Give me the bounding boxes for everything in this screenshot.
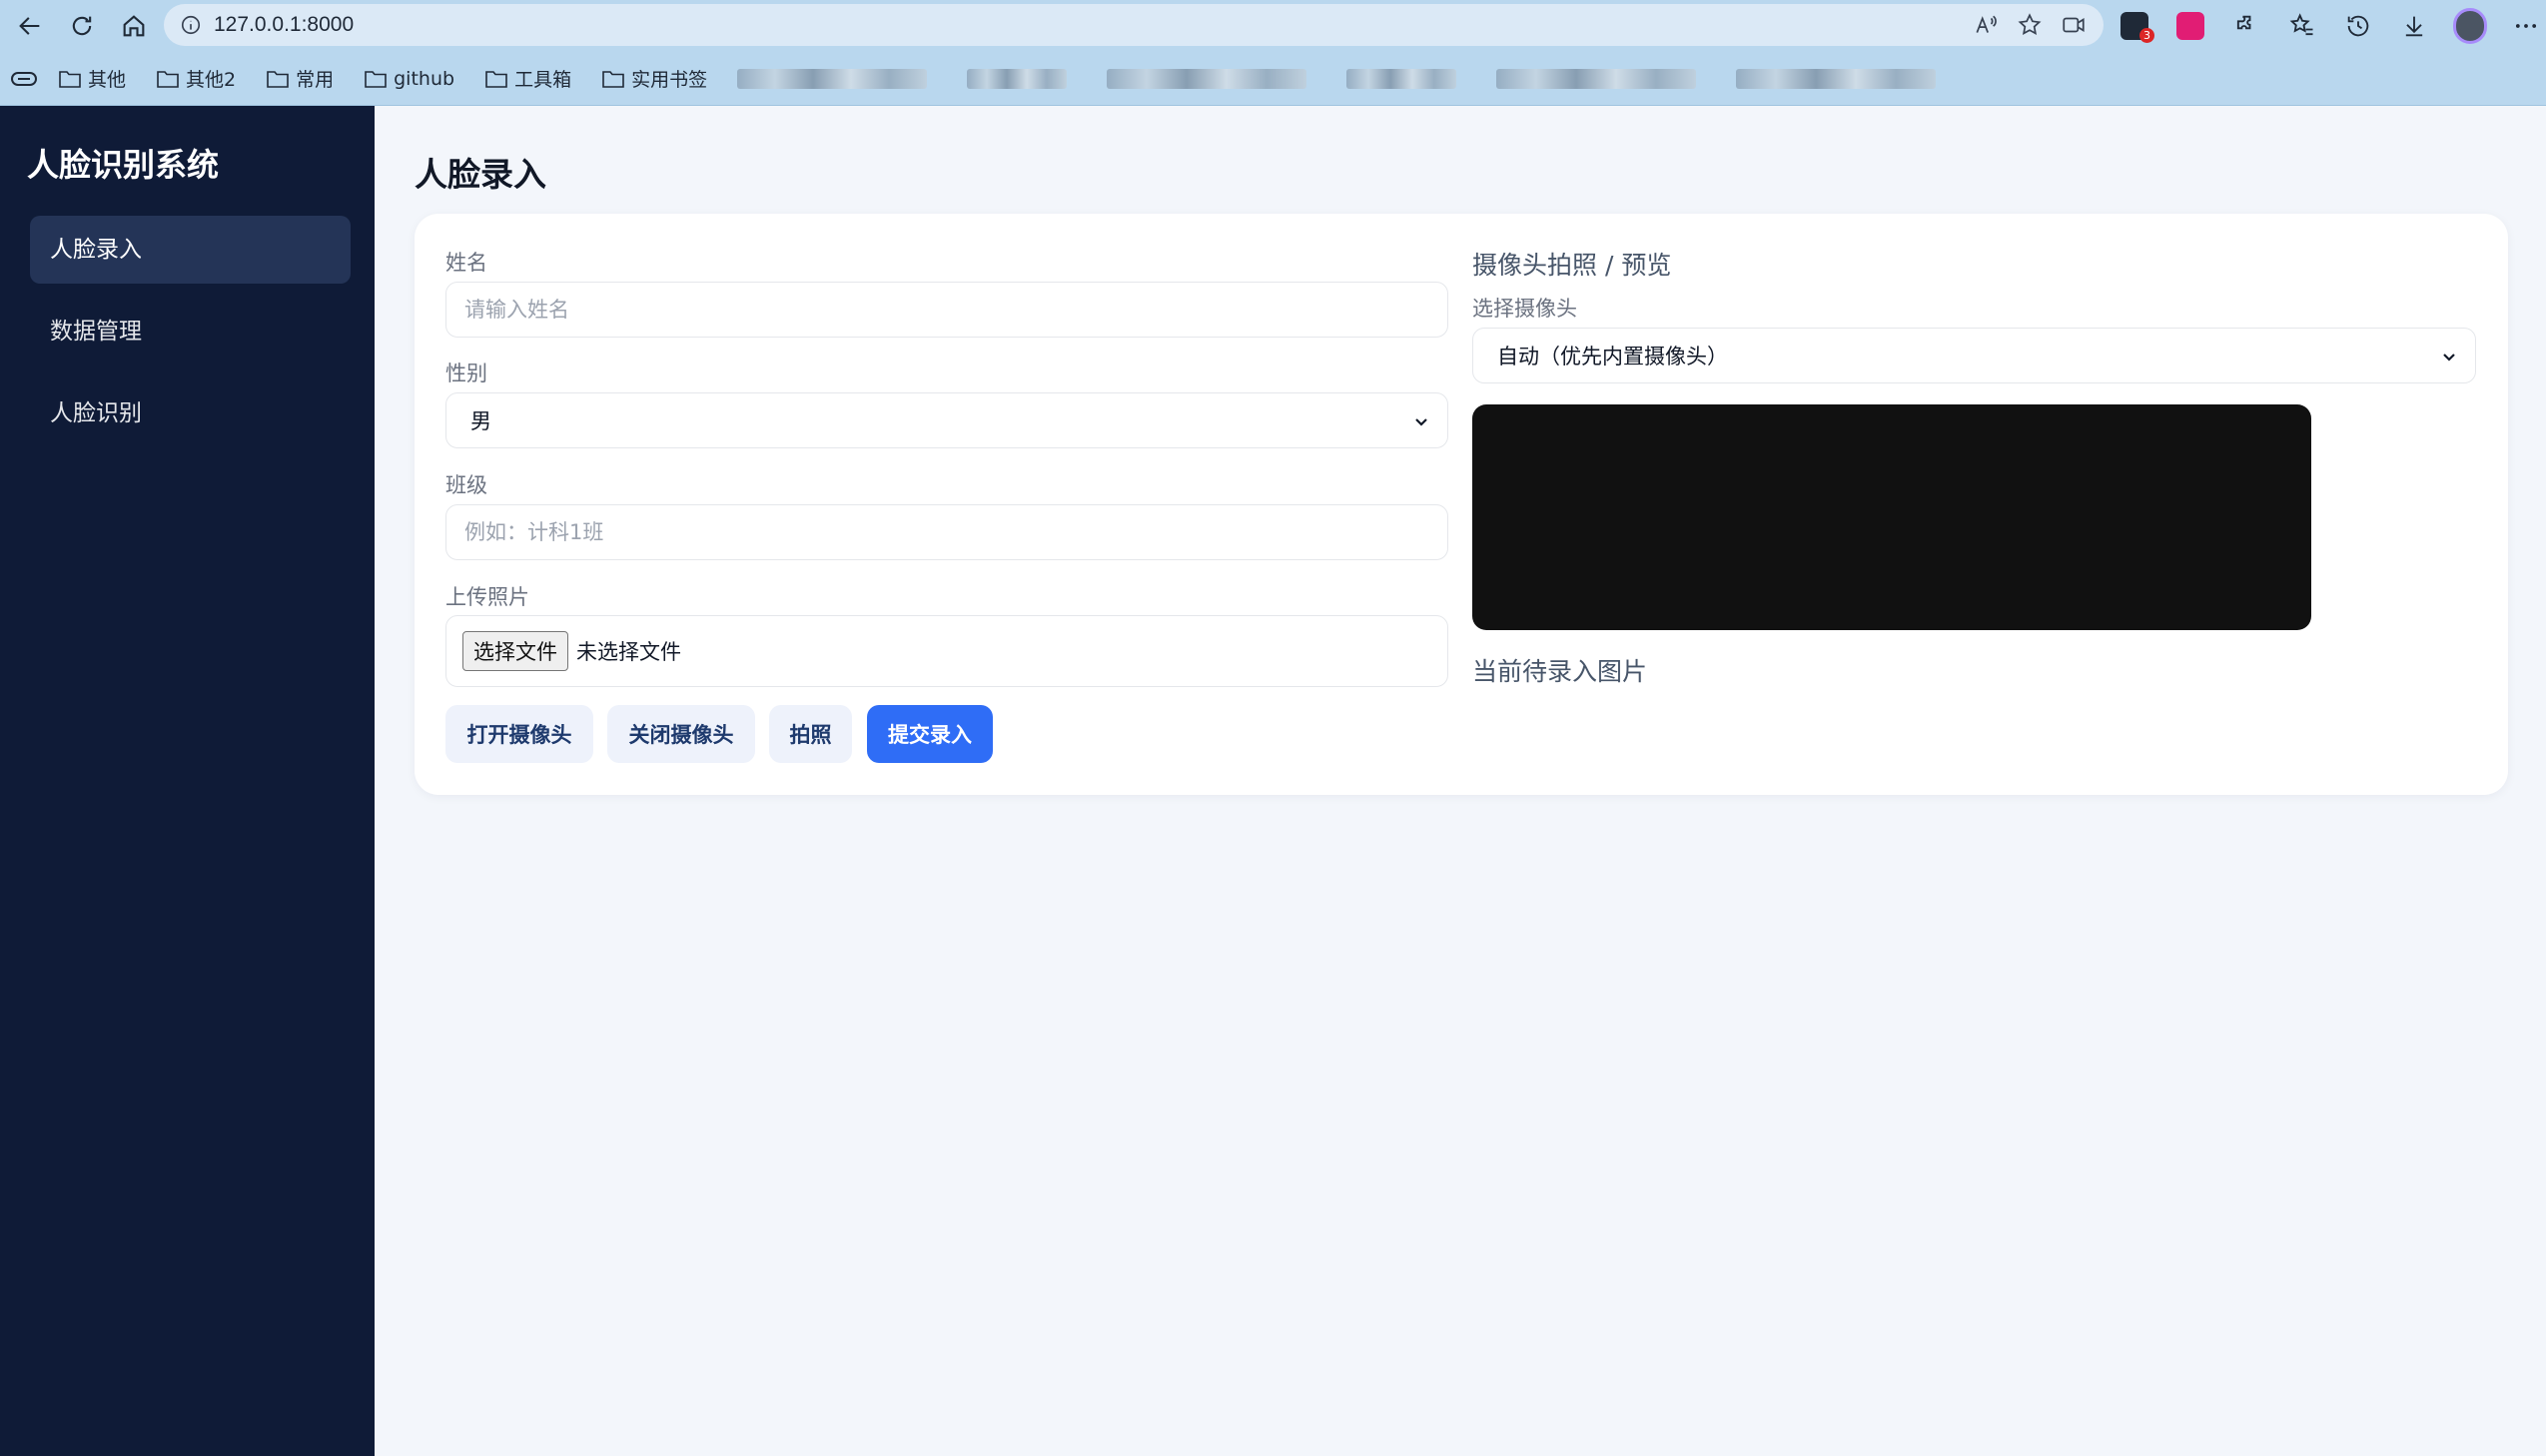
- gender-label: 性别: [445, 362, 487, 385]
- sidebar-item-face-enroll[interactable]: 人脸录入: [30, 216, 351, 284]
- sidebar: 人脸识别系统 人脸录入 数据管理 人脸识别: [0, 106, 375, 1456]
- translate-extension-icon[interactable]: [2173, 9, 2207, 43]
- photo-label: 上传照片: [445, 585, 529, 609]
- name-label: 姓名: [445, 251, 487, 275]
- refresh-icon[interactable]: [60, 4, 104, 48]
- read-aloud-icon[interactable]: [1972, 11, 2000, 39]
- submit-enroll-button[interactable]: 提交录入: [867, 705, 993, 763]
- gender-select[interactable]: 男: [445, 392, 1448, 448]
- video-camera-icon[interactable]: [2060, 11, 2088, 39]
- url-text: 127.0.0.1:8000: [214, 13, 355, 36]
- folder-icon: [267, 70, 289, 88]
- file-status-text: 未选择文件: [576, 640, 681, 664]
- browser-toolbar: 127.0.0.1:8000 3: [0, 0, 2546, 52]
- bookmark-folder[interactable]: 实用书签: [601, 65, 707, 92]
- history-icon[interactable]: [2341, 9, 2375, 43]
- main-content: 人脸录入 姓名 性别 男 班级 上传照片 选择文件 未选择文件 打开摄像头 关闭…: [375, 106, 2546, 1456]
- bookmark-redacted[interactable]: [1736, 68, 1937, 89]
- extensions-area: 3: [2118, 6, 2543, 46]
- bookmark-redacted[interactable]: [1107, 68, 1307, 89]
- page-title: 人脸录入: [415, 155, 546, 194]
- class-label: 班级: [445, 473, 487, 497]
- bookmark-folder[interactable]: 常用: [266, 65, 334, 92]
- bookmark-folder[interactable]: 其他2: [156, 65, 236, 92]
- bookmarks-collapse-icon[interactable]: [10, 68, 38, 90]
- bookmark-redacted[interactable]: [967, 68, 1068, 89]
- address-bar[interactable]: 127.0.0.1:8000: [164, 4, 2104, 46]
- bookmark-folder[interactable]: github: [364, 68, 454, 90]
- home-icon[interactable]: [112, 4, 156, 48]
- choose-file-button[interactable]: 选择文件: [462, 631, 568, 671]
- photo-file-input[interactable]: 选择文件 未选择文件: [445, 615, 1448, 687]
- preview-caption: 当前待录入图片: [1472, 657, 1648, 686]
- camera-section-title: 摄像头拍照 / 预览: [1472, 251, 1672, 280]
- camera-selected-value: 自动（优先内置摄像头）: [1497, 345, 1728, 368]
- bookmark-redacted[interactable]: [1496, 68, 1697, 89]
- more-menu-icon[interactable]: [2509, 9, 2543, 43]
- class-input[interactable]: [445, 504, 1448, 560]
- info-icon[interactable]: [180, 14, 202, 36]
- app-window: 127.0.0.1:8000 3 其他 其他2 常用 github 工具箱 实用…: [0, 0, 2546, 1456]
- favorite-star-icon[interactable]: [2016, 11, 2044, 39]
- chevron-down-icon: [1415, 418, 1427, 426]
- capture-button[interactable]: 拍照: [769, 705, 852, 763]
- folder-icon: [602, 70, 624, 88]
- name-input[interactable]: [445, 282, 1448, 338]
- chevron-down-icon: [2443, 354, 2455, 362]
- puzzle-extensions-icon[interactable]: [2229, 9, 2263, 43]
- app-brand: 人脸识别系统: [27, 146, 220, 184]
- back-icon[interactable]: [8, 4, 52, 48]
- bookmark-redacted[interactable]: [737, 68, 928, 89]
- favorites-list-icon[interactable]: [2285, 9, 2319, 43]
- folder-icon: [157, 70, 179, 88]
- bookmark-folder[interactable]: 工具箱: [484, 65, 571, 92]
- folder-icon: [485, 70, 507, 88]
- close-camera-button[interactable]: 关闭摄像头: [607, 705, 755, 763]
- enroll-card: 姓名 性别 男 班级 上传照片 选择文件 未选择文件 打开摄像头 关闭摄像头 拍…: [415, 214, 2508, 795]
- extension-icon-badged[interactable]: 3: [2118, 9, 2154, 43]
- sidebar-item-face-recognition[interactable]: 人脸识别: [30, 379, 351, 447]
- camera-select-label: 选择摄像头: [1472, 297, 1577, 321]
- camera-select[interactable]: 自动（优先内置摄像头）: [1472, 328, 2476, 383]
- bookmarks-bar: 其他 其他2 常用 github 工具箱 实用书签: [0, 52, 2546, 106]
- camera-video-preview: [1472, 404, 2311, 630]
- download-icon[interactable]: [2397, 9, 2431, 43]
- sidebar-item-data-management[interactable]: 数据管理: [30, 298, 351, 365]
- profile-avatar-icon[interactable]: [2453, 8, 2487, 44]
- open-camera-button[interactable]: 打开摄像头: [445, 705, 593, 763]
- gender-selected-value: 男: [470, 409, 491, 433]
- folder-icon: [59, 70, 81, 88]
- folder-icon: [365, 70, 387, 88]
- bookmark-redacted[interactable]: [1346, 68, 1457, 89]
- bookmark-folder[interactable]: 其他: [58, 65, 126, 92]
